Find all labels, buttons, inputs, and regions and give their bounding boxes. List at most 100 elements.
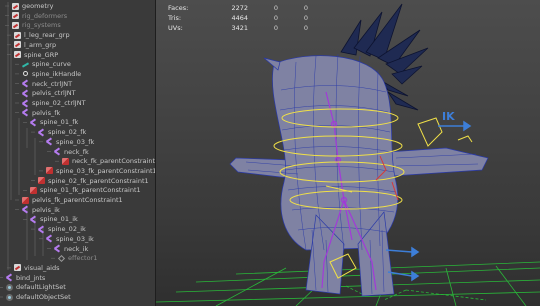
outliner-item[interactable]: effector1 <box>0 253 155 263</box>
outliner-item[interactable]: pelvis_fk <box>0 108 155 118</box>
outliner-item[interactable]: rig_systems <box>0 20 155 30</box>
viewport-3d[interactable]: IK Faces: 2272 0 0 Tris: 4464 0 0 UVs: 3421 0 0 <box>156 0 540 306</box>
joint-icon <box>30 216 37 223</box>
outliner-item[interactable]: geometry <box>0 1 155 11</box>
joint-icon <box>46 138 53 145</box>
outliner-item[interactable]: pelvis_fk_parentConstraint1 <box>0 195 155 205</box>
group-icon <box>14 264 21 272</box>
outliner-item-label: visual_aids <box>24 263 60 272</box>
joint-icon <box>6 274 13 281</box>
hud-value: 0 <box>273 24 278 32</box>
outliner-item-label: spine_03_fk_parentConstraint1 <box>56 166 156 175</box>
joint-icon <box>38 129 45 136</box>
joint-icon <box>22 109 29 116</box>
constraint-icon <box>46 167 53 175</box>
outliner-item-label: spine_02_fk <box>48 128 87 137</box>
outliner-item-label: rig_deformers <box>22 11 68 20</box>
scene-canvas[interactable]: IK <box>156 0 540 306</box>
outliner-item[interactable]: spine_02_fk_parentConstraint1 <box>0 176 155 186</box>
outliner-item[interactable]: spine_03_fk <box>0 137 155 147</box>
joint-icon <box>54 245 61 252</box>
hud-value: 0 <box>303 24 308 32</box>
curve-icon <box>22 61 29 68</box>
hud-value: 3421 <box>231 24 248 32</box>
outliner-item[interactable]: visual_aids <box>0 263 155 273</box>
outliner-item-label: spine_02_ik <box>48 225 86 234</box>
outliner-item[interactable]: spine_01_fk_parentConstraint1 <box>0 185 155 195</box>
outliner-item-label: bind_jnts <box>16 273 46 282</box>
outliner-item-label: spine_03_fk <box>56 137 95 146</box>
outliner-item[interactable]: neck_ctrlJNT <box>0 79 155 89</box>
hud-label: UVs: <box>168 24 183 32</box>
constraint-icon <box>30 186 37 194</box>
group-icon <box>14 31 21 39</box>
outliner-item-label: neck_fk <box>64 147 89 156</box>
poly-count-hud: Faces: 2272 0 0 Tris: 4464 0 0 UVs: 3421 0 0 <box>168 3 308 33</box>
outliner-item[interactable]: defaultLightSet <box>0 282 155 292</box>
outliner-item-label: spine_curve <box>32 60 71 69</box>
group-icon <box>12 21 19 29</box>
constraint-icon <box>22 196 29 204</box>
constraint-icon <box>62 157 69 165</box>
outliner-item-label: neck_ctrlJNT <box>32 79 73 88</box>
outliner-item-label: pelvis_fk_parentConstraint1 <box>32 196 123 204</box>
hud-value: 0 <box>273 4 278 12</box>
outliner-item[interactable]: neck_fk <box>0 147 155 157</box>
outliner-item-label: defaultLightSet <box>16 283 66 292</box>
hud-value: 2272 <box>231 4 248 12</box>
hud-value: 0 <box>303 4 308 12</box>
outliner-item-label: geometry <box>22 2 54 10</box>
outliner-item-label: spine_GRP <box>24 50 59 59</box>
joint-icon <box>46 235 53 242</box>
joint-icon <box>22 100 29 107</box>
outliner-item-label: spine_01_ik <box>40 215 78 224</box>
set-icon <box>6 293 13 301</box>
outliner-item-label: l_arm_grp <box>24 40 57 49</box>
joint-icon <box>38 226 45 233</box>
outliner-item[interactable]: pelvis_ctrlJNT <box>0 88 155 98</box>
constraint-icon <box>38 177 45 185</box>
effector-icon <box>58 255 65 262</box>
outliner-item-label: pelvis_fk <box>32 108 61 117</box>
outliner-item[interactable]: l_arm_grp <box>0 40 155 50</box>
outliner-item[interactable]: l_leg_rear_grp <box>0 30 155 40</box>
outliner-item-label: spine_01_fk_parentConstraint1 <box>40 186 141 195</box>
outliner-item[interactable]: spine_03_ik <box>0 234 155 244</box>
outliner-item-label: spine_01_fk <box>40 118 79 127</box>
outliner-item[interactable]: spine_01_ik <box>0 214 155 224</box>
ik-switch-label[interactable]: IK <box>442 110 455 123</box>
ground-grid <box>156 261 540 306</box>
outliner-item-label: pelvis_ik <box>32 205 60 214</box>
hud-value: 4464 <box>231 14 248 22</box>
hud-label: Faces: <box>168 4 189 12</box>
group-icon <box>12 12 19 20</box>
ik-handle-icon <box>22 70 29 77</box>
joint-icon <box>22 90 29 97</box>
outliner-item-label: spine_03_ik <box>56 234 94 243</box>
outliner-item-label: spine_ikHandle <box>32 69 82 78</box>
joint-icon <box>54 148 61 155</box>
outliner-panel[interactable]: geometry rig_deformers rig_systems l_leg_re… <box>0 0 156 306</box>
outliner-item[interactable]: defaultObjectSet <box>0 292 155 302</box>
outliner-item[interactable]: neck_ik <box>0 244 155 254</box>
outliner-item-label: l_leg_rear_grp <box>24 31 70 40</box>
hud-row: Tris: 4464 0 0 <box>168 13 308 23</box>
outliner-item[interactable]: pelvis_ik <box>0 205 155 215</box>
hud-label: Tris: <box>168 14 182 22</box>
outliner-item[interactable]: spine_ikHandle <box>0 69 155 79</box>
outliner-item[interactable]: spine_curve <box>0 59 155 69</box>
outliner-item[interactable]: rig_deformers <box>0 11 155 21</box>
outliner-item[interactable]: spine_02_ik <box>0 224 155 234</box>
hud-row: UVs: 3421 0 0 <box>168 23 308 33</box>
outliner-item[interactable]: neck_fk_parentConstraint1 <box>0 156 155 166</box>
outliner-item[interactable]: spine_03_fk_parentConstraint1 <box>0 166 155 176</box>
joint-icon <box>22 80 29 87</box>
outliner-item[interactable]: spine_02_fk <box>0 127 155 137</box>
joint-icon <box>30 119 37 126</box>
group-icon <box>12 2 19 10</box>
outliner-item-label: rig_systems <box>22 21 61 30</box>
outliner-item[interactable]: spine_02_ctrlJNT <box>0 98 155 108</box>
outliner-item[interactable]: spine_01_fk <box>0 117 155 127</box>
outliner-item[interactable]: spine_GRP <box>0 50 155 60</box>
outliner-item[interactable]: bind_jnts <box>0 273 155 283</box>
